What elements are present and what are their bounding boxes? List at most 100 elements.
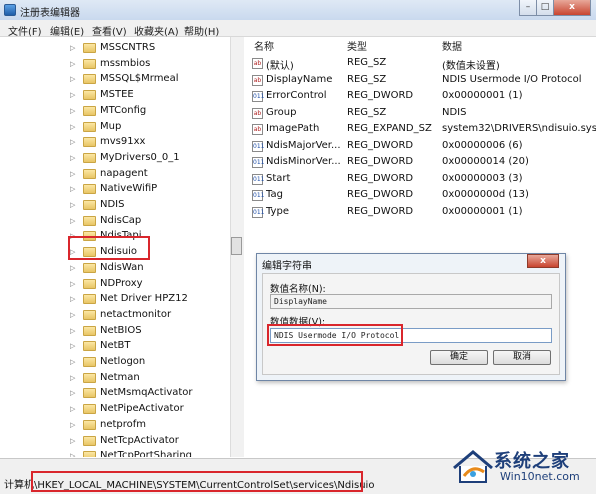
binary-value-icon: 011 (252, 173, 265, 185)
value-name: (默认) (266, 61, 294, 72)
value-data: NDIS (442, 106, 467, 118)
expand-arrow-icon[interactable]: ▷ (70, 452, 75, 457)
expand-arrow-icon[interactable]: ▷ (70, 107, 75, 115)
watermark-site: Win10net.com (500, 470, 580, 483)
maximize-button[interactable]: □ (536, 0, 554, 16)
expand-arrow-icon[interactable]: ▷ (70, 311, 75, 319)
value-row[interactable]: 011 NdisMajorVer... REG_DWORD 0x00000006 (6… (250, 139, 596, 155)
folder-icon (83, 168, 96, 179)
expand-arrow-icon[interactable]: ▷ (70, 138, 75, 146)
value-type: REG_DWORD (347, 205, 414, 217)
tree-scroll-thumb[interactable] (231, 237, 242, 255)
value-data-input[interactable]: NDIS Usermode I/O Protocol (270, 328, 552, 343)
column-header-name[interactable]: 名称 (254, 38, 274, 54)
column-header-data[interactable]: 数据 (442, 38, 462, 54)
value-name-field: DisplayName (270, 294, 552, 309)
expand-arrow-icon[interactable]: ▷ (70, 60, 75, 68)
expand-arrow-icon[interactable]: ▷ (70, 358, 75, 366)
expand-arrow-icon[interactable]: ▷ (70, 75, 75, 83)
expand-arrow-icon[interactable]: ▷ (70, 185, 75, 193)
expand-arrow-icon[interactable]: ▷ (70, 201, 75, 209)
value-row[interactable]: ab ImagePath REG_EXPAND_SZ system32\DRIVERS… (250, 122, 596, 138)
value-name-label: 数值名称(N): (270, 284, 326, 295)
menu-help[interactable]: 帮助(H) (184, 23, 219, 38)
watermark-house-logo (453, 450, 493, 483)
expand-arrow-icon[interactable]: ▷ (70, 421, 75, 429)
tree-item-label: MTConfig (100, 104, 147, 116)
tree-item-label: MSSQL$Mrmeal (100, 73, 179, 85)
folder-icon (83, 215, 96, 226)
ok-button[interactable]: 确定 (430, 350, 488, 365)
string-value-icon: ab (252, 74, 263, 86)
value-name: DisplayName (266, 73, 333, 85)
expand-arrow-icon[interactable]: ▷ (70, 154, 75, 162)
expand-arrow-icon[interactable]: ▷ (70, 342, 75, 350)
expand-arrow-icon[interactable]: ▷ (70, 44, 75, 52)
value-row[interactable]: ab Group REG_SZ NDIS (250, 106, 596, 122)
value-row[interactable]: 011 NdisMinorVer... REG_DWORD 0x00000014 (2… (250, 155, 596, 171)
folder-icon (83, 121, 96, 132)
expand-arrow-icon[interactable]: ▷ (70, 123, 75, 131)
tree-item-label: mvs91xx (100, 136, 146, 148)
folder-icon (83, 451, 96, 457)
folder-icon (83, 404, 96, 415)
expand-arrow-icon[interactable]: ▷ (70, 295, 75, 303)
expand-arrow-icon[interactable]: ▷ (70, 405, 75, 413)
tree-item-label: NdisCap (100, 214, 142, 226)
tree-item-label: Mup (100, 120, 122, 132)
menu-bar (0, 20, 596, 37)
value-name: ImagePath (266, 123, 320, 134)
expand-arrow-icon[interactable]: ▷ (70, 374, 75, 382)
expand-arrow-icon[interactable]: ▷ (70, 170, 75, 178)
tree-item-label: netactmonitor (100, 308, 172, 320)
folder-icon (83, 200, 96, 210)
value-type: REG_SZ (347, 106, 387, 118)
string-value-icon: ab (252, 107, 263, 119)
value-row[interactable]: 011 Tag REG_DWORD 0x0000000d (13) (250, 188, 596, 204)
folder-icon (83, 388, 96, 399)
value-row[interactable]: 011 ErrorControl REG_DWORD 0x00000001 (1) (250, 89, 596, 105)
value-type: REG_DWORD (347, 156, 414, 167)
expand-arrow-icon[interactable]: ▷ (70, 437, 75, 445)
tree-item-label: MyDrivers0_0_1 (100, 151, 180, 163)
expand-arrow-icon[interactable]: ▷ (70, 389, 75, 397)
tree-item-label: NetMsmqActivator (100, 387, 193, 399)
tree-item-label: Net Driver HPZ12 (100, 293, 188, 305)
string-value-icon: ab (252, 124, 263, 135)
menu-file[interactable]: 文件(F) (8, 23, 42, 38)
expand-arrow-icon[interactable]: ▷ (70, 232, 75, 240)
expand-arrow-icon[interactable]: ▷ (70, 248, 75, 256)
value-data-label: 数值数据(V): (270, 317, 326, 328)
folder-icon (83, 419, 96, 430)
expand-arrow-icon[interactable]: ▷ (70, 91, 75, 99)
value-row[interactable]: 011 Start REG_DWORD 0x00000003 (3) (250, 172, 596, 188)
expand-arrow-icon[interactable]: ▷ (70, 264, 75, 272)
menu-edit[interactable]: 编辑(E) (50, 23, 84, 38)
value-type: REG_SZ (347, 57, 387, 68)
binary-value-icon: 011 (252, 190, 265, 201)
expand-arrow-icon[interactable]: ▷ (70, 217, 75, 225)
value-type: REG_SZ (347, 73, 387, 85)
minimize-button[interactable]: – (519, 0, 537, 16)
expand-arrow-icon[interactable]: ▷ (70, 327, 75, 335)
folder-icon (83, 372, 96, 383)
value-name: NdisMinorVer... (266, 156, 341, 167)
menu-view[interactable]: 查看(V) (92, 23, 127, 38)
value-name: ErrorControl (266, 90, 327, 101)
value-row[interactable]: 011 Type REG_DWORD 0x00000001 (1) (250, 205, 596, 221)
value-row[interactable]: ab DisplayName REG_SZ NDIS Usermode I/O Pro… (250, 73, 596, 89)
value-name: Group (266, 106, 297, 118)
folder-icon (83, 58, 96, 69)
value-data: 0x00000006 (6) (442, 139, 523, 151)
folder-icon (83, 105, 96, 116)
menu-favorites[interactable]: 收藏夹(A) (134, 23, 179, 38)
window-title: 注册表编辑器 (20, 8, 80, 19)
cancel-button[interactable]: 取消 (493, 350, 551, 365)
dialog-close-button[interactable]: x (527, 254, 559, 268)
folder-icon (83, 262, 96, 273)
column-header-type[interactable]: 类型 (347, 38, 367, 54)
expand-arrow-icon[interactable]: ▷ (70, 280, 75, 288)
close-button[interactable]: x (553, 0, 591, 16)
tree-item[interactable]: ▷ NetTcpPortSharing (0, 448, 230, 457)
value-row[interactable]: ab (默认) REG_SZ (数值未设置) (250, 56, 596, 72)
